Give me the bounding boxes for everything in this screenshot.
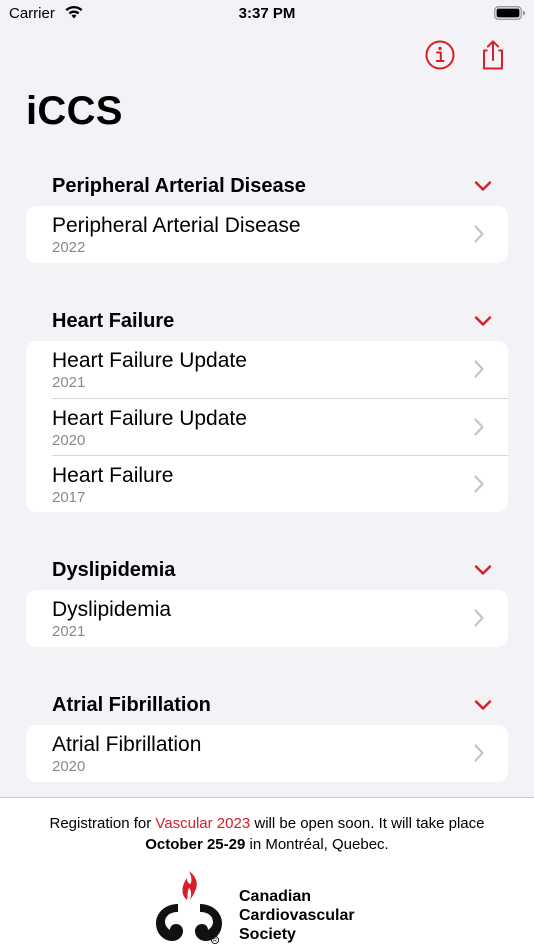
section-header-heart-failure[interactable]: Heart Failure [52,306,492,336]
chevron-right-icon [474,418,484,441]
ccs-logo-icon: R [154,870,224,946]
status-bar: Carrier 3:37 PM [0,0,534,28]
ccs-wordmark: Canadian Cardiovascular Society [239,887,355,944]
footer-banner: Registration for Vascular 2023 will be o… [0,797,534,951]
chevron-down-icon[interactable] [474,314,492,332]
section-card-heart-failure: Heart Failure Update 2021 Heart Failure … [26,341,508,512]
chevron-down-icon[interactable] [474,179,492,197]
list-item[interactable]: Heart Failure Update 2020 [26,398,508,455]
page-title: iCCS [26,89,123,133]
ccs-wordmark-line: Canadian [239,888,312,905]
chevron-right-icon [474,225,484,248]
section-title: Dyslipidemia [52,559,176,581]
list-item[interactable]: Peripheral Arterial Disease 2022 [26,206,508,263]
vascular-link[interactable]: Vascular 2023 [155,815,250,832]
item-title: Dyslipidemia [52,598,172,621]
item-title: Atrial Fibrillation [52,733,202,756]
item-year: 2017 [52,489,86,506]
chevron-right-icon [474,744,484,767]
item-title: Heart Failure Update [52,407,247,430]
info-icon[interactable] [423,38,457,72]
chevron-right-icon [474,609,484,632]
section-title: Atrial Fibrillation [52,694,211,716]
registration-notice: Registration for Vascular 2023 will be o… [0,813,534,855]
chevron-down-icon[interactable] [474,563,492,581]
clock: 3:37 PM [238,5,296,22]
ccs-wordmark-line: Society [239,926,296,943]
item-title: Heart Failure [52,464,174,487]
chevron-right-icon [474,475,484,498]
item-year: 2021 [52,623,86,640]
chevron-right-icon [474,360,484,383]
section-title: Peripheral Arterial Disease [52,175,306,197]
event-dates: October 25-29 [145,836,246,853]
list-item[interactable]: Heart Failure 2017 [26,455,508,512]
svg-text:R: R [213,938,217,944]
item-year: 2021 [52,374,86,391]
list-item[interactable]: Atrial Fibrillation 2020 [26,725,508,782]
chevron-down-icon[interactable] [474,698,492,716]
section-header-dyslipidemia[interactable]: Dyslipidemia [52,555,492,585]
notice-text: in Montréal, Quebec. [245,836,389,853]
section-card-dyslipidemia: Dyslipidemia 2021 [26,590,508,647]
section-card-atrial-fibrillation: Atrial Fibrillation 2020 [26,725,508,782]
item-title: Peripheral Arterial Disease [52,214,301,237]
battery-icon [494,5,526,25]
share-icon[interactable] [476,38,510,72]
item-year: 2020 [52,432,86,449]
list-item[interactable]: Dyslipidemia 2021 [26,590,508,647]
item-year: 2022 [52,239,86,256]
notice-text: Registration for [49,815,156,832]
section-card-peripheral-arterial-disease: Peripheral Arterial Disease 2022 [26,206,508,263]
notice-text: will be open soon. It will take place [250,815,485,832]
item-year: 2020 [52,758,86,775]
ccs-wordmark-line: Cardiovascular [239,907,355,924]
list-item[interactable]: Heart Failure Update 2021 [26,341,508,398]
section-header-atrial-fibrillation[interactable]: Atrial Fibrillation [52,690,492,720]
section-header-peripheral-arterial-disease[interactable]: Peripheral Arterial Disease [52,171,492,201]
section-title: Heart Failure [52,310,175,332]
item-title: Heart Failure Update [52,349,247,372]
